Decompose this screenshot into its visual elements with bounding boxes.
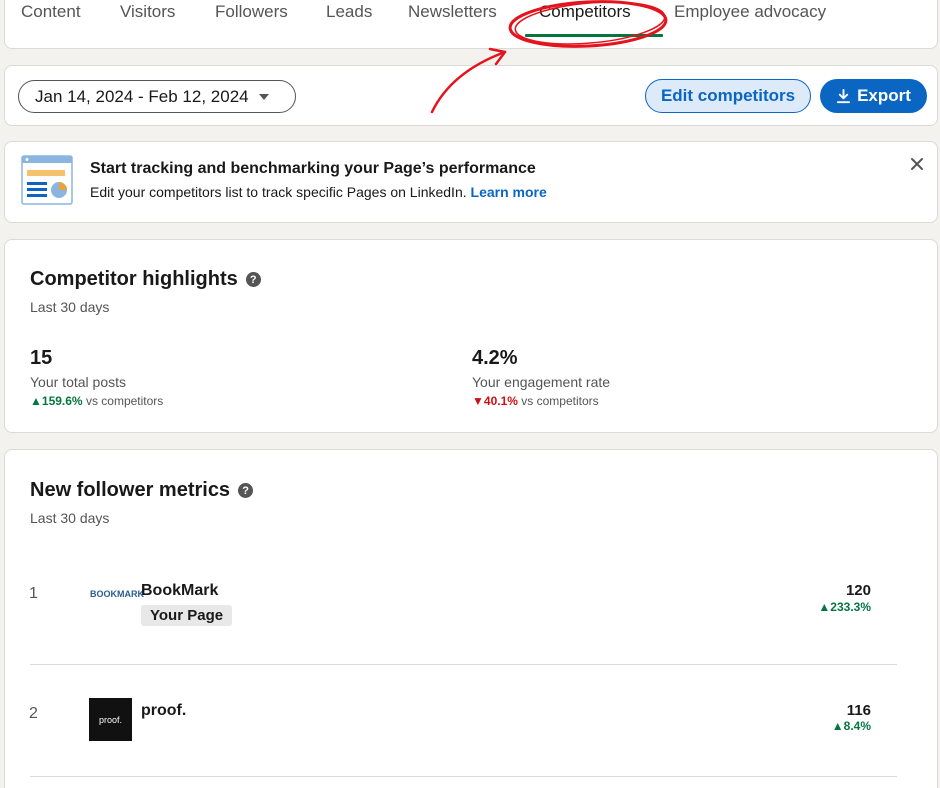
total-posts-label: Your total posts (30, 374, 126, 390)
tab-leads[interactable]: Leads (326, 2, 372, 22)
tab-content[interactable]: Content (21, 2, 81, 22)
follower-change: ▲233.3% (818, 600, 871, 614)
engagement-rate-change: ▼40.1% vs competitors (472, 394, 599, 408)
tab-visitors[interactable]: Visitors (120, 2, 175, 22)
help-icon[interactable]: ? (238, 483, 254, 498)
engagement-rate-change-suffix: vs competitors (521, 394, 599, 408)
engagement-rate-label: Your engagement rate (472, 374, 611, 390)
competitor-highlights-card: Competitor highlights ? Last 30 days 15 … (4, 239, 938, 433)
follower-change-value: 233.3% (830, 600, 871, 614)
report-illustration-icon (21, 155, 73, 205)
trend-up-icon: ▲ (30, 394, 42, 408)
competitor-highlights-title: Competitor highlights (30, 268, 238, 290)
tab-followers[interactable]: Followers (215, 2, 288, 22)
toolbar: Jan 14, 2024 - Feb 12, 2024 Edit competi… (4, 65, 938, 126)
banner-subtitle: Edit your competitors list to track spec… (90, 184, 547, 200)
tab-newsletters[interactable]: Newsletters (408, 2, 497, 22)
your-page-badge: Your Page (141, 605, 233, 626)
follower-count: 116 (846, 702, 871, 719)
trend-up-icon: ▲ (818, 600, 831, 614)
row-divider (30, 664, 897, 665)
export-label: Export (857, 86, 911, 105)
export-button[interactable]: Export (820, 79, 927, 113)
competitor-highlights-heading: Competitor highlights ? (30, 268, 261, 291)
edit-competitors-button[interactable]: Edit competitors (645, 79, 811, 113)
bookmark-logo: BOOKMARK (90, 589, 144, 599)
banner-subtitle-text: Edit your competitors list to track spec… (90, 184, 467, 200)
active-tab-indicator (525, 34, 663, 37)
follower-change: ▲8.4% (832, 719, 871, 733)
download-icon (837, 88, 851, 103)
total-posts-change-value: 159.6% (41, 394, 83, 408)
trend-down-icon: ▼ (472, 394, 484, 408)
date-range-dropdown[interactable]: Jan 14, 2024 - Feb 12, 2024 (18, 80, 296, 113)
trend-up-icon: ▲ (831, 719, 844, 733)
help-icon[interactable]: ? (245, 272, 261, 287)
analytics-tabs: Content Visitors Followers Leads Newslet… (4, 0, 938, 49)
new-follower-metrics-card: New follower metrics ? Last 30 days 1 BO… (4, 449, 938, 788)
date-range-label: Jan 14, 2024 - Feb 12, 2024 (35, 86, 249, 106)
engagement-rate-change-value: 40.1% (483, 394, 518, 408)
close-icon[interactable] (909, 156, 925, 172)
tab-employee-advocacy[interactable]: Employee advocacy (674, 2, 826, 22)
learn-more-link[interactable]: Learn more (471, 184, 547, 200)
follower-metrics-period: Last 30 days (30, 510, 110, 526)
benchmark-banner: Start tracking and benchmarking your Pag… (4, 141, 938, 223)
highlights-period: Last 30 days (30, 299, 110, 315)
company-name[interactable]: proof. (141, 702, 186, 720)
engagement-rate-value: 4.2% (472, 347, 518, 369)
company-name[interactable]: BookMark (141, 582, 218, 600)
caret-down-icon (258, 93, 269, 100)
follower-metrics-heading: New follower metrics ? (30, 479, 254, 502)
follower-count: 120 (845, 582, 871, 599)
total-posts-change-suffix: vs competitors (85, 394, 164, 408)
row-rank: 1 (29, 585, 38, 602)
follower-metrics-title: New follower metrics (30, 479, 231, 501)
proof-logo: proof. (89, 698, 132, 741)
total-posts-value: 15 (30, 347, 53, 369)
row-rank: 2 (29, 705, 38, 722)
banner-title: Start tracking and benchmarking your Pag… (90, 160, 536, 177)
total-posts-change: ▲159.6% vs competitors (30, 394, 163, 408)
tab-competitors[interactable]: Competitors (539, 2, 631, 22)
row-divider (30, 776, 897, 777)
follower-change-value: 8.4% (843, 719, 871, 733)
